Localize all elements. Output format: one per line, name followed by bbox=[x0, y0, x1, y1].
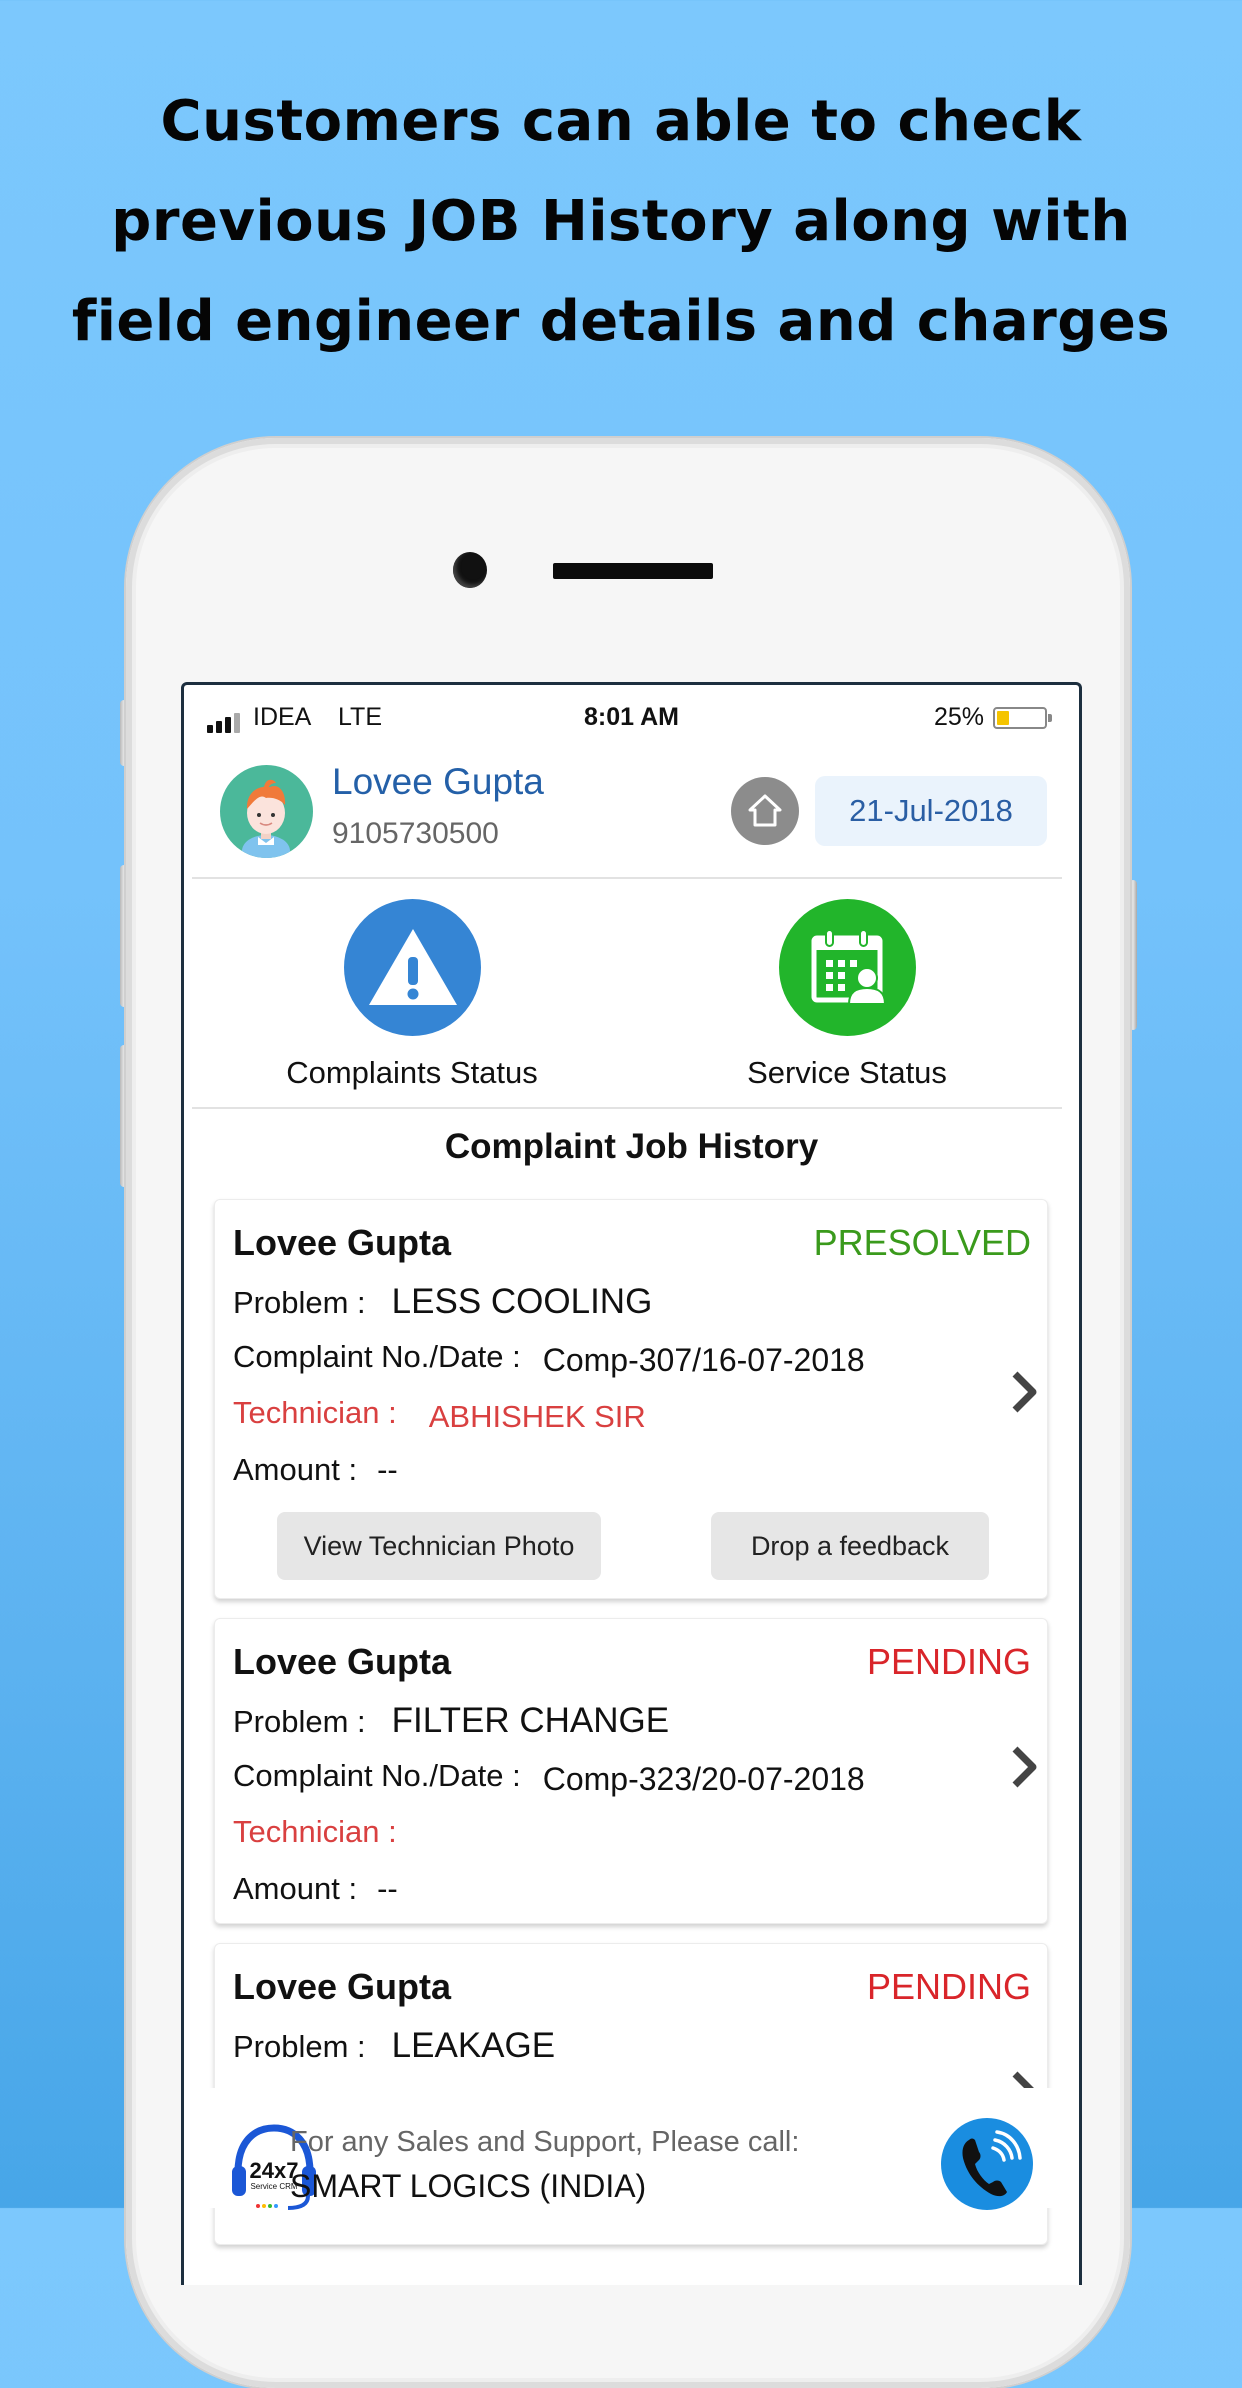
technician-label: Technician : bbox=[233, 1395, 397, 1430]
problem-row: Problem : LEAKAGE bbox=[233, 2026, 555, 2066]
problem-value: FILTER CHANGE bbox=[391, 1701, 670, 1740]
warning-icon bbox=[344, 899, 481, 1036]
section-title: Complaint Job History bbox=[444, 1127, 819, 1166]
tile-label: Complaints Status bbox=[286, 1055, 538, 1090]
complaint-row: Complaint No./Date : Comp-307/16-07-2018 bbox=[233, 1338, 865, 1378]
complaint-label: Complaint No./Date : bbox=[233, 1758, 521, 1793]
technician-row: Technician : bbox=[233, 1814, 423, 1850]
job-card[interactable]: Lovee Gupta PRESOLVED Problem : LESS COOL… bbox=[214, 1199, 1048, 1599]
technician-value: ABHISHEK SIR bbox=[428, 1399, 646, 1434]
amount-label: Amount : bbox=[233, 1452, 358, 1487]
complaint-value: Comp-307/16-07-2018 bbox=[542, 1342, 865, 1378]
job-card[interactable]: Lovee Gupta PENDING Problem : FILTER CHAN… bbox=[214, 1618, 1048, 1924]
problem-value: LEAKAGE bbox=[391, 2026, 556, 2065]
card-customer-name: Lovee Gupta bbox=[233, 1222, 452, 1263]
technician-label: Technician : bbox=[233, 1814, 397, 1849]
support-text: For any Sales and Support, Please call: bbox=[290, 2126, 800, 2158]
tile-complaints-status[interactable]: Complaints Status bbox=[232, 899, 592, 1099]
amount-value: -- bbox=[377, 1452, 398, 1487]
tile-service-status[interactable]: Service Status bbox=[667, 899, 1027, 1099]
app-screen: IDEA LTE 8:01 AM 25% Lovee Gupta 9105730… bbox=[181, 682, 1082, 2285]
complaint-label: Complaint No./Date : bbox=[233, 1339, 521, 1374]
phone-power-button bbox=[1129, 880, 1137, 1030]
problem-label: Problem : bbox=[233, 2029, 366, 2064]
calendar-technician-icon bbox=[779, 899, 916, 1036]
phone-call-icon bbox=[962, 2130, 1022, 2197]
card-customer-name: Lovee Gupta bbox=[233, 1966, 452, 2007]
view-technician-photo-button[interactable]: View Technician Photo bbox=[277, 1512, 601, 1580]
card-customer-name: Lovee Gupta bbox=[233, 1641, 452, 1682]
status-badge: PRESOLVED bbox=[813, 1222, 1031, 1263]
divider bbox=[192, 1107, 1062, 1109]
amount-row: Amount : -- bbox=[233, 1452, 398, 1488]
complaint-value: Comp-323/20-07-2018 bbox=[542, 1761, 865, 1797]
problem-label: Problem : bbox=[233, 1704, 366, 1739]
headline: Customers can able to check previous JOB… bbox=[0, 72, 1242, 372]
amount-row: Amount : -- bbox=[233, 1871, 398, 1907]
call-button[interactable] bbox=[941, 2118, 1033, 2210]
status-badge: PENDING bbox=[866, 1966, 1031, 2007]
problem-value: LESS COOLING bbox=[391, 1282, 653, 1321]
avatar[interactable] bbox=[220, 765, 313, 858]
amount-label: Amount : bbox=[233, 1871, 358, 1906]
headline-line-1: Customers can able to check bbox=[160, 89, 1082, 154]
problem-row: Problem : LESS COOLING bbox=[233, 1282, 652, 1322]
drop-feedback-button[interactable]: Drop a feedback bbox=[711, 1512, 989, 1580]
user-phone: 9105730500 bbox=[332, 817, 499, 850]
user-name: Lovee Gupta bbox=[332, 761, 544, 802]
complaint-row: Complaint No./Date : Comp-323/20-07-2018 bbox=[233, 1757, 865, 1797]
amount-value: -- bbox=[377, 1871, 398, 1906]
chevron-right-icon[interactable] bbox=[1009, 1745, 1039, 1789]
avatar-boy-icon bbox=[242, 779, 290, 858]
problem-row: Problem : FILTER CHANGE bbox=[233, 1701, 669, 1741]
status-badge: PENDING bbox=[866, 1641, 1031, 1682]
chevron-right-icon[interactable] bbox=[1009, 1370, 1039, 1414]
home-button[interactable] bbox=[731, 777, 799, 845]
earpiece-speaker bbox=[553, 563, 713, 579]
battery-percent: 25% bbox=[933, 703, 984, 731]
divider bbox=[192, 877, 1062, 879]
front-camera bbox=[453, 552, 487, 588]
home-icon bbox=[748, 794, 782, 827]
company-name: SMART LOGICS (INDIA) bbox=[290, 2168, 647, 2204]
problem-label: Problem : bbox=[233, 1285, 366, 1320]
headline-line-3: field engineer details and charges bbox=[71, 289, 1171, 354]
status-bar: IDEA LTE 8:01 AM 25% bbox=[184, 703, 1079, 737]
battery-icon bbox=[993, 707, 1052, 729]
tile-label: Service Status bbox=[747, 1055, 947, 1090]
current-date: 21-Jul-2018 bbox=[815, 776, 1047, 846]
support-footer: 24x7 Service CRM For any Sales and Suppo… bbox=[181, 2088, 1082, 2210]
headline-line-2: previous JOB History along with bbox=[111, 189, 1131, 254]
technician-row: Technician : ABHISHEK SIR bbox=[233, 1395, 646, 1434]
